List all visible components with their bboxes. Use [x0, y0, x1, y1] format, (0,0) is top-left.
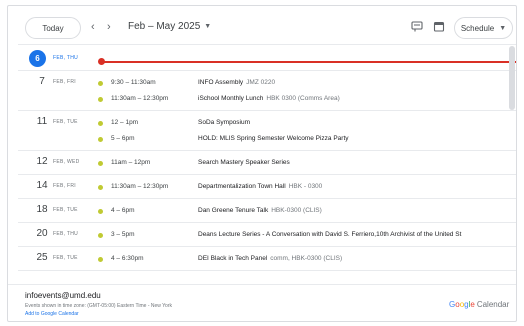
event-title: INFO Assembly	[198, 79, 244, 86]
agenda-day: 12 FEB, WED 11am – 12pm Search Mastery Spea…	[18, 151, 516, 175]
event-title: HOLD: MLIS Spring Semester Welcome Pizza…	[198, 135, 349, 142]
event-time: 12 – 1pm	[111, 119, 139, 126]
event-color-dot	[98, 121, 103, 126]
event-time: 11:30am – 12:30pm	[111, 183, 169, 190]
print-icon[interactable]	[411, 21, 423, 32]
event-title-line: SoDa Symposium	[198, 119, 250, 126]
footer: infoevents@umd.edu Events shown in time …	[8, 284, 516, 321]
agenda-day: 7 FEB, FRI 9:30 – 11:30am INFO Assembly JMZ …	[18, 71, 516, 111]
timezone-note: Events shown in time zone: (GMT-05:00) E…	[25, 303, 173, 309]
event-item[interactable]: 11am – 12pm Search Mastery Speaker Series	[18, 155, 516, 171]
current-time-line	[102, 61, 516, 63]
event-time: 11:30am – 12:30pm	[111, 95, 169, 102]
event-item[interactable]: 4 – 6:30pm DEI Black in Tech Panel comm, H…	[18, 251, 516, 267]
event-item[interactable]: 11:30am – 12:30pm iSchool Monthly Lunch HB…	[18, 91, 516, 107]
calendar-icon[interactable]	[433, 21, 445, 32]
today-row: 6 FEB, THU	[18, 45, 516, 71]
event-color-dot	[98, 97, 103, 102]
event-title: Search Mastery Speaker Series	[198, 159, 290, 166]
view-mode-dropdown[interactable]: Schedule ▼	[454, 17, 513, 39]
agenda-day: 11 FEB, TUE 12 – 1pm SoDa Symposium 5 – 6pm H…	[18, 111, 516, 151]
event-title-line: HOLD: MLIS Spring Semester Welcome Pizza…	[198, 135, 349, 142]
event-color-dot	[98, 161, 103, 166]
today-date-label: FEB, THU	[53, 55, 79, 61]
view-mode-label: Schedule	[460, 23, 495, 33]
event-location: HBK 0300 (Comms Area)	[266, 95, 340, 102]
today-button[interactable]: Today	[25, 17, 81, 39]
event-color-dot	[98, 137, 103, 142]
agenda-day: 25 FEB, TUE 4 – 6:30pm DEI Black in Tech Pa…	[18, 247, 516, 271]
event-color-dot	[98, 257, 103, 262]
scrollbar[interactable]	[509, 46, 515, 110]
event-time: 11am – 12pm	[111, 159, 151, 166]
event-time: 4 – 6pm	[111, 207, 135, 214]
event-title-line: Search Mastery Speaker Series	[198, 159, 290, 166]
calendar-embed: Today ‹ › Feb – May 2025 ▼ Schedule ▼ 6 …	[7, 5, 517, 322]
event-title: DEI Black in Tech Panel	[198, 255, 268, 262]
event-item[interactable]: 5 – 6pm HOLD: MLIS Spring Semester Welcom…	[18, 131, 516, 147]
event-location: comm, HBK-0300 (CLIS)	[270, 255, 343, 262]
toolbar: Today ‹ › Feb – May 2025 ▼ Schedule ▼	[8, 6, 516, 44]
google-wordmark: Google	[449, 300, 475, 309]
caret-down-icon: ▼	[499, 24, 507, 32]
agenda-day: 18 FEB, TUE 4 – 6pm Dan Greene Tenure Talk H…	[18, 199, 516, 223]
google-wordmark-letter: e	[470, 300, 475, 309]
event-color-dot	[98, 209, 103, 214]
date-range-label: Feb – May 2025	[128, 21, 201, 32]
event-color-dot	[98, 81, 103, 86]
agenda-list: 6 FEB, THU 7 FEB, FRI 9:30 – 11:30am INFO A…	[18, 44, 516, 284]
calendar-owner-email: infoevents@umd.edu	[25, 291, 101, 300]
event-item[interactable]: 11:30am – 12:30pm Departmentalization Tow…	[18, 179, 516, 195]
event-title-line: Dan Greene Tenure Talk HBK-0300 (CLIS)	[198, 207, 322, 214]
event-item[interactable]: 4 – 6pm Dan Greene Tenure Talk HBK-0300 (C…	[18, 203, 516, 219]
chevron-left-icon[interactable]: ‹	[91, 20, 95, 34]
event-title-line: INFO Assembly JMZ 0220	[198, 79, 275, 86]
event-time: 4 – 6:30pm	[111, 255, 144, 262]
event-title-line: DEI Black in Tech Panel comm, HBK-0300 (C…	[198, 255, 342, 262]
date-range-dropdown[interactable]: Feb – May 2025 ▼	[128, 21, 211, 32]
event-item[interactable]: 12 – 1pm SoDa Symposium	[18, 115, 516, 131]
event-time: 9:30 – 11:30am	[111, 79, 156, 86]
calendar-wordmark: Calendar	[476, 300, 510, 309]
event-time: 3 – 5pm	[111, 231, 135, 238]
agenda-day: 20 FEB, THU 3 – 5pm Deans Lecture Series - …	[18, 223, 516, 247]
add-to-google-calendar-link[interactable]: Add to Google Calendar	[25, 311, 79, 317]
today-date-badge[interactable]: 6	[29, 50, 46, 67]
event-title: Departmentalization Town Hall	[198, 183, 286, 190]
agenda-day: 14 FEB, FRI 11:30am – 12:30pm Departmentali…	[18, 175, 516, 199]
event-location: HBK-0300 (CLIS)	[271, 207, 322, 214]
event-title-line: Deans Lecture Series - A Conversation wi…	[198, 231, 461, 238]
event-location: HBK - 0300	[288, 183, 323, 190]
event-location: JMZ 0220	[246, 79, 276, 86]
event-title-line: Departmentalization Town Hall HBK - 0300	[198, 183, 322, 190]
event-color-dot	[98, 233, 103, 238]
event-title: Deans Lecture Series - A Conversation wi…	[198, 231, 462, 238]
caret-down-icon: ▼	[204, 23, 212, 30]
event-title-line: iSchool Monthly Lunch HBK 0300 (Comms Are…	[198, 95, 340, 102]
event-time: 5 – 6pm	[111, 135, 135, 142]
chevron-right-icon[interactable]: ›	[107, 20, 111, 34]
event-color-dot	[98, 185, 103, 190]
event-item[interactable]: 9:30 – 11:30am INFO Assembly JMZ 0220	[18, 75, 516, 91]
event-title: Dan Greene Tenure Talk	[198, 207, 269, 214]
google-calendar-logo[interactable]: Google Calendar	[449, 300, 509, 309]
event-title: iSchool Monthly Lunch	[198, 95, 264, 102]
event-item[interactable]: 3 – 5pm Deans Lecture Series - A Conversa…	[18, 227, 516, 243]
event-title: SoDa Symposium	[198, 119, 251, 126]
